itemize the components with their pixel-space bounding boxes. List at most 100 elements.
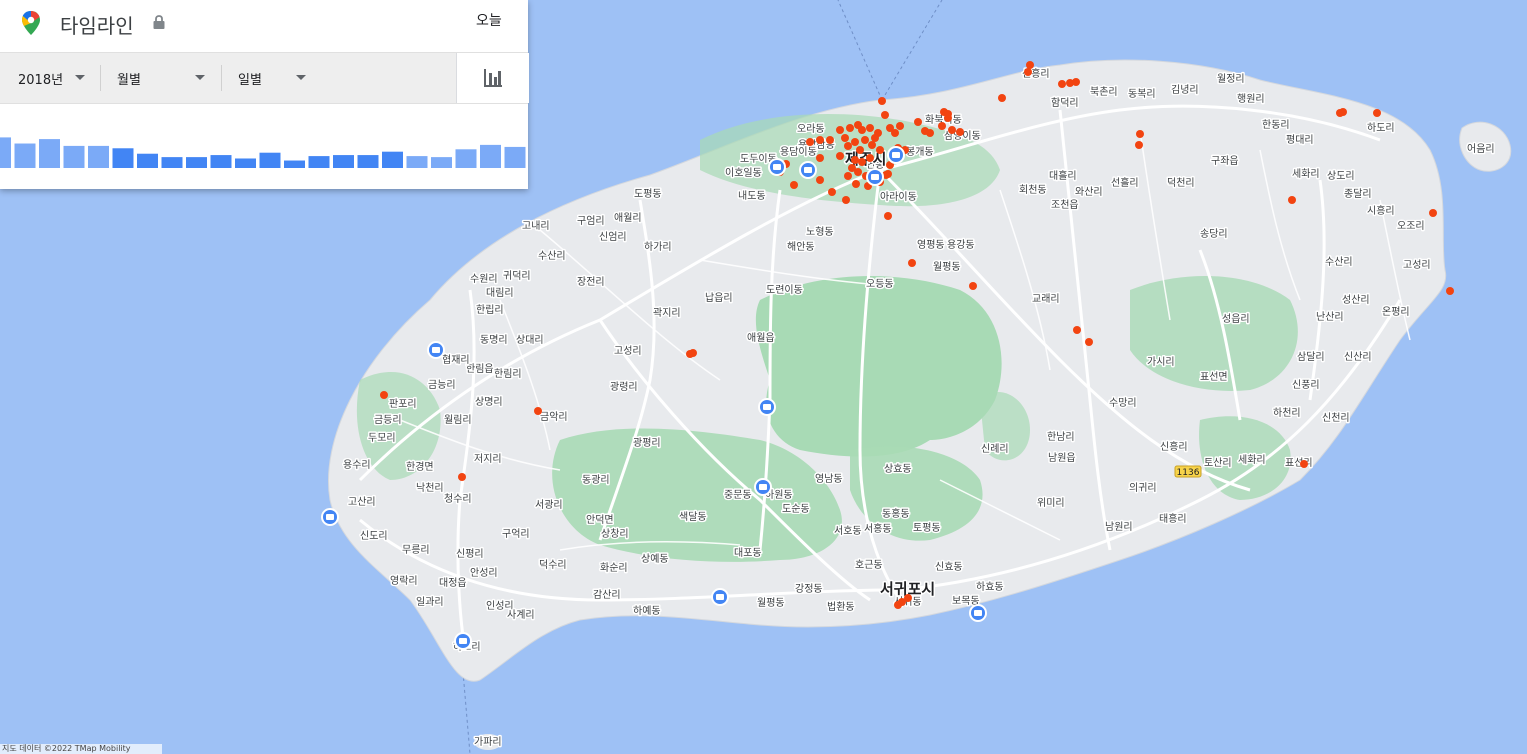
visit-dot[interactable] bbox=[816, 154, 824, 162]
histogram-bar[interactable] bbox=[333, 155, 354, 168]
visit-dot[interactable] bbox=[816, 176, 824, 184]
visit-dot[interactable] bbox=[851, 138, 859, 146]
visit-dot[interactable] bbox=[896, 122, 904, 130]
histogram-bar[interactable] bbox=[455, 149, 477, 168]
visit-dot[interactable] bbox=[878, 97, 886, 105]
visit-dot[interactable] bbox=[1026, 61, 1034, 69]
visit-dot[interactable] bbox=[846, 124, 854, 132]
transit-station-icon[interactable] bbox=[799, 161, 817, 179]
visit-dot[interactable] bbox=[858, 126, 866, 134]
visit-dot[interactable] bbox=[844, 172, 852, 180]
transit-station-icon[interactable] bbox=[711, 588, 729, 606]
visit-dot[interactable] bbox=[868, 141, 876, 149]
visit-dot[interactable] bbox=[884, 212, 892, 220]
day-dropdown[interactable]: 일별 bbox=[238, 53, 318, 103]
visit-dot[interactable] bbox=[842, 196, 850, 204]
visit-dot[interactable] bbox=[1288, 196, 1296, 204]
visit-dot[interactable] bbox=[806, 138, 814, 146]
histogram-bar[interactable] bbox=[186, 157, 207, 168]
transit-station-icon[interactable] bbox=[887, 146, 905, 164]
histogram-bar[interactable] bbox=[259, 152, 281, 168]
visit-dot[interactable] bbox=[1058, 80, 1066, 88]
visit-dot[interactable] bbox=[891, 129, 899, 137]
histogram-bar[interactable] bbox=[284, 160, 305, 168]
visit-dot[interactable] bbox=[1300, 460, 1308, 468]
visit-dot[interactable] bbox=[689, 349, 697, 357]
visit-dot[interactable] bbox=[1073, 326, 1081, 334]
histogram-bar[interactable] bbox=[504, 146, 526, 168]
transit-station-icon[interactable] bbox=[866, 168, 884, 186]
histogram-bar[interactable] bbox=[14, 143, 36, 168]
visit-dot[interactable] bbox=[1339, 108, 1347, 116]
transit-station-icon[interactable] bbox=[969, 604, 987, 622]
visit-dot[interactable] bbox=[914, 118, 922, 126]
transit-station-icon[interactable] bbox=[454, 632, 472, 650]
month-dropdown[interactable]: 월별 bbox=[117, 53, 217, 103]
visit-dot[interactable] bbox=[844, 142, 852, 150]
visit-dot[interactable] bbox=[828, 188, 836, 196]
visit-dot[interactable] bbox=[944, 110, 952, 118]
visit-dot[interactable] bbox=[1085, 338, 1093, 346]
visit-dot[interactable] bbox=[534, 407, 542, 415]
visit-dot[interactable] bbox=[856, 146, 864, 154]
histogram-bar[interactable] bbox=[235, 158, 256, 168]
chart-toggle-button[interactable] bbox=[456, 53, 529, 103]
visit-dot[interactable] bbox=[1135, 141, 1143, 149]
visit-dot[interactable] bbox=[1429, 209, 1437, 217]
year-dropdown[interactable]: 2018년 bbox=[18, 53, 98, 103]
visit-dot[interactable] bbox=[836, 126, 844, 134]
visit-dot[interactable] bbox=[969, 282, 977, 290]
visit-dot[interactable] bbox=[836, 152, 844, 160]
transit-station-icon[interactable] bbox=[427, 341, 445, 359]
visit-dot[interactable] bbox=[921, 127, 929, 135]
activity-histogram[interactable] bbox=[0, 104, 528, 174]
visit-dot[interactable] bbox=[826, 136, 834, 144]
histogram-bar[interactable] bbox=[63, 145, 85, 168]
visit-dot[interactable] bbox=[956, 128, 964, 136]
visit-dot[interactable] bbox=[852, 180, 860, 188]
histogram-bar[interactable] bbox=[0, 137, 11, 168]
visit-dot[interactable] bbox=[458, 473, 466, 481]
transit-station-icon[interactable] bbox=[768, 158, 786, 176]
histogram-bar[interactable] bbox=[382, 151, 403, 168]
histogram-bar[interactable] bbox=[357, 155, 379, 168]
visit-dot[interactable] bbox=[851, 156, 859, 164]
visit-dot[interactable] bbox=[858, 158, 866, 166]
visit-dot[interactable] bbox=[861, 136, 869, 144]
histogram-bar[interactable] bbox=[406, 156, 428, 168]
transit-station-icon[interactable] bbox=[758, 398, 776, 416]
transit-station-icon[interactable] bbox=[321, 508, 339, 526]
visit-dot[interactable] bbox=[380, 391, 388, 399]
histogram-bar[interactable] bbox=[431, 157, 452, 168]
visit-dot[interactable] bbox=[1136, 130, 1144, 138]
histogram-bar[interactable] bbox=[210, 155, 232, 168]
histogram-bar[interactable] bbox=[308, 156, 330, 168]
transit-station-icon[interactable] bbox=[754, 478, 772, 496]
visit-dot[interactable] bbox=[1072, 78, 1080, 86]
histogram-bar[interactable] bbox=[480, 144, 501, 168]
visit-dot[interactable] bbox=[881, 111, 889, 119]
visit-dot[interactable] bbox=[998, 94, 1006, 102]
visit-dot[interactable] bbox=[866, 124, 874, 132]
histogram-bar[interactable] bbox=[112, 148, 134, 168]
visit-dot[interactable] bbox=[938, 122, 946, 130]
visit-dot[interactable] bbox=[948, 126, 956, 134]
visit-dot[interactable] bbox=[866, 154, 874, 162]
visit-dot[interactable] bbox=[1446, 287, 1454, 295]
histogram-bar[interactable] bbox=[137, 153, 158, 168]
histogram-bar[interactable] bbox=[39, 139, 60, 168]
visit-dot[interactable] bbox=[854, 168, 862, 176]
visit-dot[interactable] bbox=[904, 594, 912, 602]
visit-dot[interactable] bbox=[1373, 109, 1381, 117]
today-button[interactable]: 오늘 bbox=[476, 10, 502, 30]
visit-dot[interactable] bbox=[816, 136, 824, 144]
visit-dot[interactable] bbox=[876, 146, 884, 154]
visit-dot[interactable] bbox=[841, 134, 849, 142]
visit-dot[interactable] bbox=[908, 259, 916, 267]
visit-dot[interactable] bbox=[790, 181, 798, 189]
visit-dot[interactable] bbox=[1024, 68, 1032, 76]
histogram-bar[interactable] bbox=[161, 157, 183, 168]
visit-dot[interactable] bbox=[871, 134, 879, 142]
visit-dot[interactable] bbox=[884, 170, 892, 178]
histogram-bar[interactable] bbox=[88, 145, 109, 168]
